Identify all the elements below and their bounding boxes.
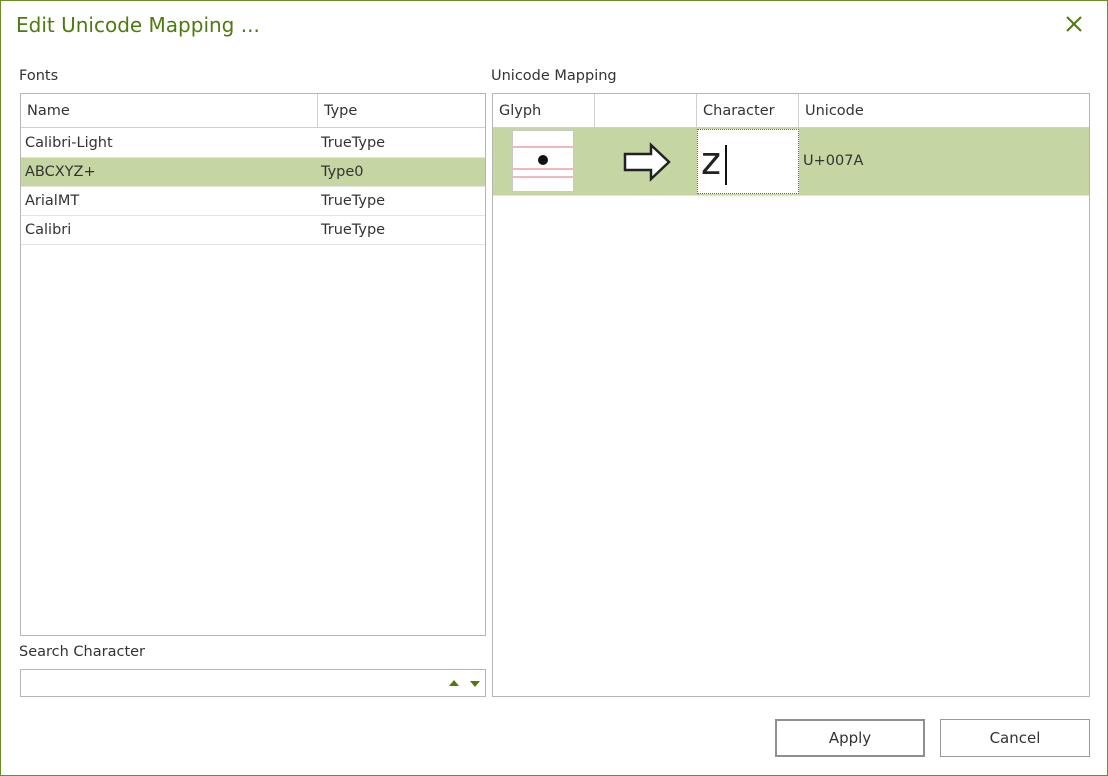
fonts-grid: Name Type Calibri-Light TrueType ABCXYZ+… xyxy=(20,93,486,636)
font-name: Calibri xyxy=(25,222,72,238)
search-character-field[interactable] xyxy=(20,669,486,697)
mapping-row-selected[interactable]: z U+007A xyxy=(493,128,1089,196)
character-value: z xyxy=(701,139,721,183)
fonts-label: Fonts xyxy=(19,68,59,84)
cancel-button[interactable]: Cancel xyxy=(940,719,1090,757)
apply-button[interactable]: Apply xyxy=(775,719,925,757)
font-type: TrueType xyxy=(321,222,386,238)
column-header-arrow[interactable] xyxy=(595,94,697,128)
font-row-selected[interactable]: ABCXYZ+ Type0 xyxy=(21,158,485,187)
font-type: Type0 xyxy=(321,164,364,180)
search-character-label: Search Character xyxy=(19,644,146,660)
character-input[interactable]: z xyxy=(697,129,799,194)
column-header-character[interactable]: Character xyxy=(697,94,799,128)
font-row[interactable]: Calibri-Light TrueType xyxy=(21,129,485,158)
font-name: ArialMT xyxy=(25,193,80,209)
unicode-mapping-label: Unicode Mapping xyxy=(491,68,617,84)
column-header-type[interactable]: Type xyxy=(318,94,485,128)
mapping-grid-header: Glyph Character Unicode xyxy=(493,94,1089,128)
right-arrow-icon xyxy=(623,142,673,182)
column-header-unicode[interactable]: Unicode xyxy=(799,94,1089,128)
unicode-value: U+007A xyxy=(803,153,864,169)
text-caret xyxy=(725,145,727,185)
spin-down-icon[interactable] xyxy=(466,670,484,696)
font-type: TrueType xyxy=(321,193,386,209)
font-row[interactable]: ArialMT TrueType xyxy=(21,187,485,216)
column-header-name[interactable]: Name xyxy=(21,94,318,128)
dialog-title: Edit Unicode Mapping ... xyxy=(16,13,260,37)
font-name: Calibri-Light xyxy=(25,135,113,151)
spin-up-icon[interactable] xyxy=(445,670,463,696)
unicode-mapping-grid: Glyph Character Unicode z U+007A xyxy=(492,93,1090,697)
font-name: ABCXYZ+ xyxy=(25,164,96,180)
column-header-glyph[interactable]: Glyph xyxy=(493,94,595,128)
font-type: TrueType xyxy=(321,135,386,151)
dot-glyph-preview-icon xyxy=(512,130,574,192)
fonts-grid-header: Name Type xyxy=(21,94,485,128)
edit-unicode-mapping-dialog: Edit Unicode Mapping ... Fonts Name Type… xyxy=(0,0,1108,776)
font-row[interactable]: Calibri TrueType xyxy=(21,216,485,245)
close-icon[interactable] xyxy=(1061,11,1087,37)
